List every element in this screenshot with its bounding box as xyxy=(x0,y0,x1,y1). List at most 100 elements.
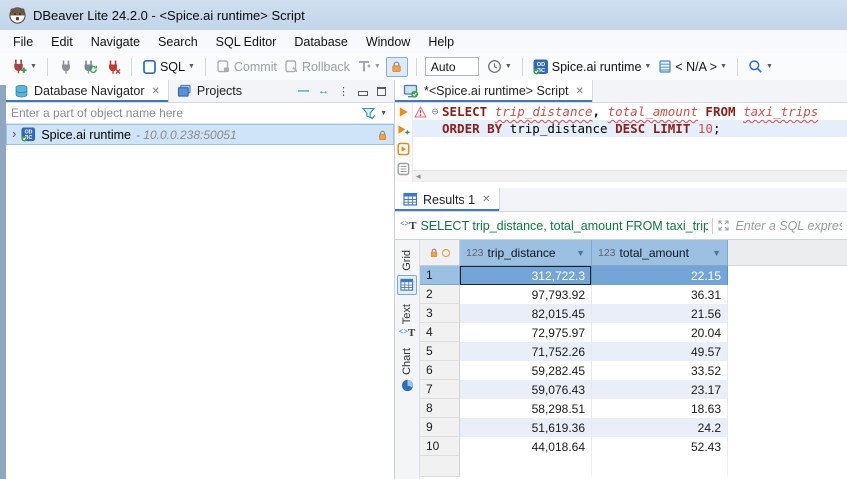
table-row[interactable]: 7 59,076.43 23.17 xyxy=(420,380,847,399)
link-with-editor-icon[interactable]: ↔ xyxy=(318,85,329,97)
execute-statement-icon[interactable] xyxy=(398,106,409,118)
menu-navigate[interactable]: Navigate xyxy=(82,33,149,51)
tab-grid-label[interactable]: Grid xyxy=(401,250,413,271)
menu-database[interactable]: Database xyxy=(285,33,357,51)
connection-selector[interactable]: ODBC Spice.ai runtime ▼ xyxy=(531,58,654,76)
table-row[interactable]: 5 71,752.26 49.57 xyxy=(420,342,847,361)
search-button[interactable]: ▼ xyxy=(746,58,775,75)
tab-chart-label[interactable]: Chart xyxy=(401,348,413,375)
row-number[interactable]: 10 xyxy=(420,437,460,456)
minimize-panel-icon[interactable] xyxy=(358,91,368,96)
cell-trip-distance[interactable]: 82,015.45 xyxy=(460,304,592,323)
reconnect-button[interactable] xyxy=(79,58,100,76)
maximize-panel-icon[interactable] xyxy=(377,87,386,96)
disconnect-button[interactable] xyxy=(103,58,123,76)
chevron-down-icon[interactable]: ▼ xyxy=(188,63,195,70)
table-row[interactable]: 4 72,975.97 20.04 xyxy=(420,323,847,342)
tab-text-label[interactable]: Text xyxy=(401,304,413,324)
menu-sql-editor[interactable]: SQL Editor xyxy=(207,33,286,51)
column-header-trip-distance[interactable]: 123 trip_distance ▼ xyxy=(460,240,592,266)
table-row[interactable]: 1 312,722.3 22.15 xyxy=(420,266,847,285)
row-number[interactable]: 1 xyxy=(420,266,460,285)
menu-edit[interactable]: Edit xyxy=(42,33,82,51)
row-number[interactable]: 9 xyxy=(420,418,460,437)
cell-trip-distance[interactable]: 51,619.36 xyxy=(460,418,592,437)
rollback-button[interactable]: Rollback xyxy=(282,58,352,75)
table-row[interactable]: 3 82,015.45 21.56 xyxy=(420,304,847,323)
editor-text-area[interactable]: ⊖ SELECT trip_distance, total_amount FRO… xyxy=(413,103,847,170)
table-row[interactable]: 9 51,619.36 24.2 xyxy=(420,418,847,437)
results-grid[interactable]: 123 trip_distance ▼ 123 total_amount ▼ xyxy=(420,240,847,479)
chevron-down-icon[interactable]: ▼ xyxy=(380,110,387,117)
chart-view-icon[interactable] xyxy=(401,379,414,392)
cell-total-amount[interactable]: 49.57 xyxy=(592,342,728,361)
row-number[interactable]: 4 xyxy=(420,323,460,342)
cell-total-amount[interactable]: 21.56 xyxy=(592,304,728,323)
tab-results-1[interactable]: Results 1 ✕ xyxy=(395,188,500,211)
chevron-down-icon[interactable]: ▼ xyxy=(720,63,727,70)
sql-editor[interactable]: ⊖ SELECT trip_distance, total_amount FRO… xyxy=(395,103,847,182)
sort-caret-icon[interactable]: ▼ xyxy=(712,248,721,258)
filter-query-text[interactable]: SELECT trip_distance, total_amount FROM … xyxy=(420,219,708,233)
cell-total-amount[interactable]: 20.04 xyxy=(592,323,728,342)
row-number[interactable]: 2 xyxy=(420,285,460,304)
cell-trip-distance[interactable]: 58,298.51 xyxy=(460,399,592,418)
new-connection-button[interactable]: ▼ xyxy=(8,57,39,76)
view-menu-icon[interactable]: ⋮ xyxy=(338,85,349,98)
chevron-down-icon[interactable]: ▼ xyxy=(505,63,512,70)
menu-search[interactable]: Search xyxy=(149,33,207,51)
cell-total-amount[interactable]: 33.52 xyxy=(592,361,728,380)
sql-editor-button[interactable]: SQL ▼ xyxy=(140,58,197,76)
grid-view-icon[interactable] xyxy=(397,275,417,295)
chevron-down-icon[interactable]: ▼ xyxy=(374,63,381,70)
table-row[interactable]: 10 44,018.64 52.43 xyxy=(420,437,847,456)
script-log-icon[interactable] xyxy=(397,162,410,176)
cell-total-amount[interactable]: 23.17 xyxy=(592,380,728,399)
filter-icon[interactable] xyxy=(362,107,376,120)
connect-button[interactable] xyxy=(56,58,76,76)
collapse-all-icon[interactable]: — xyxy=(298,85,309,97)
connection-lock-toggle[interactable] xyxy=(386,57,408,77)
cell-trip-distance[interactable]: 312,722.3 xyxy=(460,266,592,285)
execute-new-tab-icon[interactable] xyxy=(397,124,410,136)
menu-file[interactable]: File xyxy=(4,33,42,51)
transaction-log-button[interactable]: ▼ xyxy=(355,58,383,75)
filter-expression-input[interactable]: Enter a SQL expression to xyxy=(735,219,842,233)
row-number[interactable]: 6 xyxy=(420,361,460,380)
cell-trip-distance[interactable]: 44,018.64 xyxy=(460,437,592,456)
expand-filter-icon[interactable] xyxy=(717,219,730,232)
object-filter-input[interactable]: Enter a part of object name here xyxy=(11,106,362,120)
row-number[interactable]: 7 xyxy=(420,380,460,399)
row-number[interactable]: 5 xyxy=(420,342,460,361)
text-view-icon[interactable]: <>T xyxy=(399,328,415,339)
cell-total-amount[interactable]: 18.63 xyxy=(592,399,728,418)
chevron-down-icon[interactable]: ▼ xyxy=(766,63,773,70)
execute-script-icon[interactable] xyxy=(397,142,410,156)
chevron-down-icon[interactable]: ▼ xyxy=(644,63,651,70)
close-icon[interactable]: ✕ xyxy=(151,86,159,97)
fold-marker-icon[interactable]: ⊖ xyxy=(428,105,442,118)
close-icon[interactable]: ✕ xyxy=(482,194,490,205)
row-number[interactable]: 3 xyxy=(420,304,460,323)
expander-icon[interactable]: › xyxy=(12,127,16,140)
row-number[interactable]: 8 xyxy=(420,399,460,418)
cell-total-amount[interactable]: 24.2 xyxy=(592,418,728,437)
chevron-down-icon[interactable]: ▼ xyxy=(30,63,37,70)
menu-window[interactable]: Window xyxy=(357,33,419,51)
tree-item-connection[interactable]: › ODBC Spice.ai runtime - 10.0.0.238:500… xyxy=(6,124,394,145)
table-row[interactable]: 8 58,298.51 18.63 xyxy=(420,399,847,418)
tab-sql-script[interactable]: *<Spice.ai runtime> Script ✕ xyxy=(395,80,593,102)
column-header-total-amount[interactable]: 123 total_amount ▼ xyxy=(592,240,728,266)
commit-mode-combo[interactable]: Auto xyxy=(425,57,479,76)
cell-trip-distance[interactable]: 59,282.45 xyxy=(460,361,592,380)
grid-corner-cell[interactable] xyxy=(420,240,460,266)
tab-database-navigator[interactable]: Database Navigator ✕ xyxy=(6,80,169,102)
close-icon[interactable]: ✕ xyxy=(576,86,584,97)
cell-total-amount[interactable]: 36.31 xyxy=(592,285,728,304)
table-row[interactable]: 6 59,282.45 33.52 xyxy=(420,361,847,380)
cell-trip-distance[interactable]: 97,793.92 xyxy=(460,285,592,304)
menu-help[interactable]: Help xyxy=(419,33,463,51)
cell-trip-distance[interactable]: 59,076.43 xyxy=(460,380,592,399)
cell-total-amount[interactable]: 52.43 xyxy=(592,437,728,456)
editor-horizontal-scrollbar[interactable]: ◂ xyxy=(413,170,847,182)
